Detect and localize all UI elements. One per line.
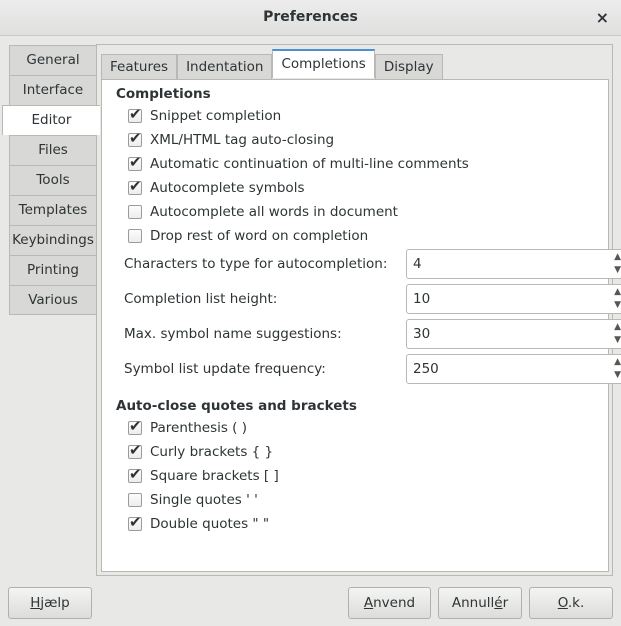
option-drop-rest-of-word[interactable]: Drop rest of word on completion <box>128 226 368 246</box>
spin-down-icon[interactable]: ▼ <box>614 335 621 345</box>
cancel-mnemonic: é <box>494 595 503 611</box>
spin-up-icon[interactable]: ▲ <box>614 322 621 332</box>
option-label: Square brackets [ ] <box>150 468 279 484</box>
help-mnemonic: H <box>30 595 41 611</box>
ok-button[interactable]: O.k. <box>529 587 613 619</box>
ok-label-rest: .k. <box>567 595 585 611</box>
spinner-row-list-height: Completion list height: 10 ▲ ▼ <box>124 284 621 314</box>
sidebar-tab-files[interactable]: Files <box>9 135 97 165</box>
option-parenthesis[interactable]: Parenthesis ( ) <box>128 417 248 438</box>
sidebar-tab-keybindings[interactable]: Keybindings <box>9 225 97 255</box>
spin-up-icon[interactable]: ▲ <box>614 357 621 367</box>
apply-label-rest: nvend <box>373 595 416 611</box>
checkbox[interactable] <box>128 129 142 147</box>
sidebar-tab-interface[interactable]: Interface <box>9 75 97 105</box>
checkbox[interactable] <box>128 105 142 123</box>
apply-mnemonic: A <box>363 595 374 611</box>
checkbox[interactable] <box>128 465 142 483</box>
option-label: XML/HTML tag auto-closing <box>150 132 335 148</box>
spin-down-icon[interactable]: ▼ <box>614 265 621 275</box>
checkbox[interactable] <box>128 229 142 243</box>
checkbox[interactable] <box>128 153 142 171</box>
cancel-label-rest: r <box>502 595 509 611</box>
spin-down-icon[interactable]: ▼ <box>614 300 621 310</box>
option-label: Curly brackets { } <box>150 444 274 460</box>
option-autocomplete-all-words[interactable]: Autocomplete all words in document <box>128 202 398 222</box>
completions-page: Completions Snippet completion XML/HTML … <box>101 79 621 572</box>
spinner-row-autocompletion-chars: Characters to type for autocompletion: 4… <box>124 249 621 279</box>
spinner-value[interactable]: 30 <box>413 326 430 342</box>
option-label: Autocomplete symbols <box>150 180 305 196</box>
close-icon[interactable]: × <box>596 8 609 27</box>
tab-features[interactable]: Features <box>101 54 178 80</box>
option-label: Single quotes ' ' <box>150 492 258 508</box>
option-label: Double quotes " " <box>150 516 270 532</box>
sidebar-tab-general[interactable]: General <box>9 45 97 75</box>
title-bar: Preferences × <box>0 0 621 36</box>
checkbox[interactable] <box>128 493 142 507</box>
sidebar-tab-editor[interactable]: Editor <box>2 105 100 135</box>
sidebar-tab-templates[interactable]: Templates <box>9 195 97 225</box>
option-curly-brackets[interactable]: Curly brackets { } <box>128 441 274 462</box>
checkbox[interactable] <box>128 205 142 219</box>
spinner-value[interactable]: 10 <box>413 291 430 307</box>
option-autocomplete-symbols[interactable]: Autocomplete symbols <box>128 177 305 198</box>
spinner-value[interactable]: 4 <box>413 256 422 272</box>
completions-section-title: Completions <box>116 86 211 102</box>
spin-up-icon[interactable]: ▲ <box>614 252 621 262</box>
spinner-label: Completion list height: <box>124 291 278 307</box>
tab-completions[interactable]: Completions <box>272 49 375 78</box>
option-multiline-comments[interactable]: Automatic continuation of multi-line com… <box>128 153 469 174</box>
window-title: Preferences <box>263 9 358 25</box>
option-label: Autocomplete all words in document <box>150 204 398 220</box>
autoclose-section-title: Auto-close quotes and brackets <box>116 398 357 414</box>
tab-display[interactable]: Display <box>374 54 443 80</box>
option-snippet-completion[interactable]: Snippet completion <box>128 105 282 126</box>
sidebar-tabs: General Interface Editor Files Tools Tem… <box>2 45 100 315</box>
apply-button[interactable]: Anvend <box>348 587 431 619</box>
spinner-row-symbol-suggestions: Max. symbol name suggestions: 30 ▲ ▼ <box>124 319 621 349</box>
option-double-quotes[interactable]: Double quotes " " <box>128 513 270 534</box>
editor-tabs: Features Indentation Completions Display <box>101 49 443 80</box>
symbol-suggestions-spinner[interactable]: 30 ▲ ▼ <box>406 319 621 349</box>
sidebar-tab-various[interactable]: Various <box>9 285 97 315</box>
tab-indentation[interactable]: Indentation <box>177 54 273 80</box>
option-square-brackets[interactable]: Square brackets [ ] <box>128 465 279 486</box>
ok-mnemonic: O <box>557 595 568 611</box>
spinner-label: Symbol list update frequency: <box>124 361 326 377</box>
spinner-value[interactable]: 250 <box>413 361 439 377</box>
spinner-row-update-frequency: Symbol list update frequency: 250 ▲ ▼ <box>124 354 621 384</box>
cancel-label-pre: Annull <box>451 595 495 611</box>
cancel-button[interactable]: Annullér <box>438 587 522 619</box>
help-label-rest: jælp <box>40 595 70 611</box>
checkbox[interactable] <box>128 513 142 531</box>
option-label: Parenthesis ( ) <box>150 420 248 436</box>
update-frequency-spinner[interactable]: 250 ▲ ▼ <box>406 354 621 384</box>
option-label: Drop rest of word on completion <box>150 228 369 244</box>
autocompletion-chars-spinner[interactable]: 4 ▲ ▼ <box>406 249 621 279</box>
spin-up-icon[interactable]: ▲ <box>614 287 621 297</box>
spin-down-icon[interactable]: ▼ <box>614 370 621 380</box>
checkbox[interactable] <box>128 417 142 435</box>
checkbox[interactable] <box>128 441 142 459</box>
option-label: Automatic continuation of multi-line com… <box>150 156 469 172</box>
spinner-label: Max. symbol name suggestions: <box>124 326 342 342</box>
option-xml-tag-autoclosing[interactable]: XML/HTML tag auto-closing <box>128 129 335 150</box>
spinner-label: Characters to type for autocompletion: <box>124 256 388 272</box>
option-single-quotes[interactable]: Single quotes ' ' <box>128 490 258 510</box>
sidebar-tab-tools[interactable]: Tools <box>9 165 97 195</box>
help-button[interactable]: Hjælp <box>8 587 92 619</box>
checkbox[interactable] <box>128 177 142 195</box>
option-label: Snippet completion <box>150 108 282 124</box>
list-height-spinner[interactable]: 10 ▲ ▼ <box>406 284 621 314</box>
sidebar-tab-printing[interactable]: Printing <box>9 255 97 285</box>
